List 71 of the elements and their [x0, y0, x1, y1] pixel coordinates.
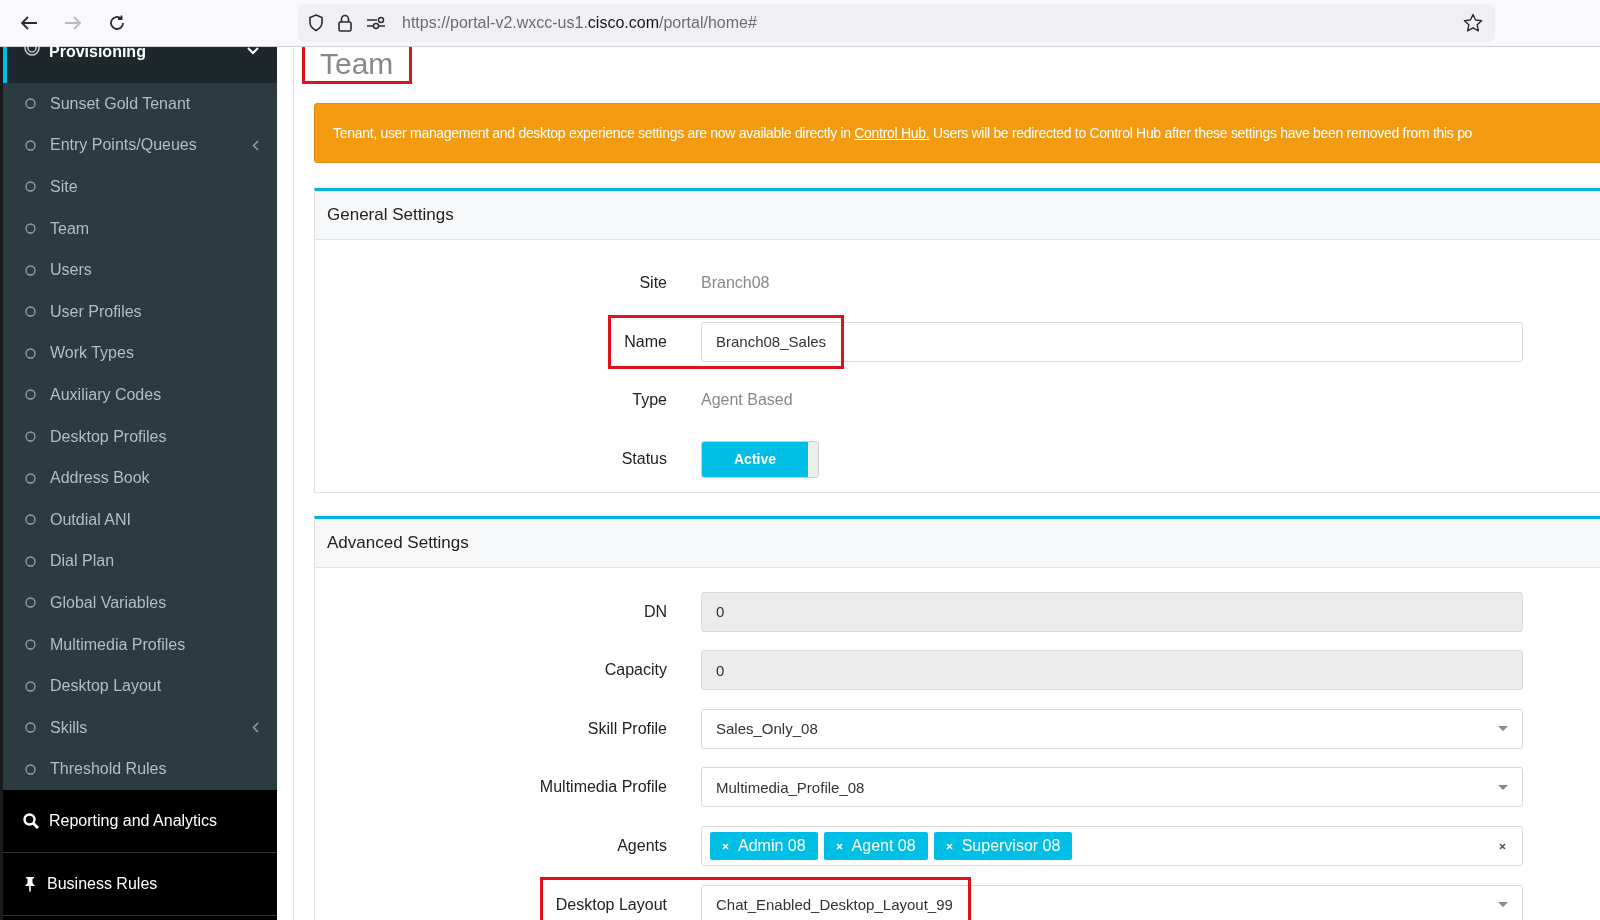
- circle-icon: [25, 347, 36, 359]
- field-label: Name: [624, 332, 667, 351]
- sidebar-item[interactable]: Address Book: [3, 457, 277, 499]
- search-icon: [23, 813, 39, 830]
- caret-icon: [1498, 902, 1508, 908]
- field-label: Agents: [617, 837, 667, 856]
- input-field[interactable]: Branch08_Sales: [701, 321, 1523, 362]
- input-field[interactable]: 0: [701, 650, 1523, 691]
- field-label: Skill Profile: [587, 719, 667, 738]
- sidebar-item[interactable]: Desktop Profiles: [3, 415, 277, 458]
- clear-icon[interactable]: [1499, 842, 1506, 850]
- input-field[interactable]: 0: [701, 591, 1523, 632]
- provisioning-menu-header[interactable]: Provisioning: [3, 47, 277, 83]
- caret-icon: [1498, 784, 1508, 790]
- field-label: Multimedia Profile: [539, 778, 667, 797]
- circle-icon: [25, 763, 36, 775]
- circle-icon: [25, 597, 36, 609]
- sidebar-link[interactable]: Reporting and Analytics: [3, 790, 277, 854]
- shield-icon: [308, 14, 324, 32]
- circle-icon: [25, 139, 36, 151]
- sidebar-item[interactable]: Team: [3, 207, 277, 250]
- sidebar-item[interactable]: Site: [3, 166, 277, 208]
- circle-icon: [25, 389, 36, 401]
- sidebar-item[interactable]: Users: [3, 249, 277, 291]
- pin-icon: [23, 876, 37, 893]
- field-value: Branch08: [701, 274, 771, 293]
- sidebar-item[interactable]: Outdial ANI: [3, 498, 277, 541]
- sidebar-item[interactable]: Auxiliary Codes: [3, 374, 277, 416]
- dropdown[interactable]: Multimedia_Profile_08: [701, 767, 1523, 808]
- sidebar-item[interactable]: Sunset Gold Tenant: [3, 83, 277, 125]
- sidebar-item[interactable]: Skills: [3, 706, 277, 749]
- sidebar-item[interactable]: Entry Points/Queues: [3, 124, 277, 167]
- circle-icon: [25, 680, 36, 692]
- dropdown[interactable]: Chat_Enabled_Desktop_Layout_99: [701, 884, 1523, 920]
- lock-icon: [338, 14, 352, 32]
- circle-icon: [25, 264, 36, 276]
- sidebar-item[interactable]: Work Types: [3, 332, 277, 375]
- page-title: Team: [320, 47, 394, 82]
- circle-icon: [25, 431, 36, 443]
- sidebar-item[interactable]: Multimedia Profiles: [3, 623, 277, 666]
- circle-icon: [25, 639, 36, 650]
- circle-icon: [25, 555, 36, 567]
- sidebar-item[interactable]: Threshold Rules: [3, 748, 277, 791]
- circle-icon: [25, 223, 36, 235]
- field-label: Type: [632, 391, 667, 410]
- sidebar-item[interactable]: Desktop Layout: [3, 665, 277, 707]
- circle-icon: [25, 472, 36, 484]
- circle-icon: [25, 722, 36, 734]
- circle-icon: [25, 98, 36, 110]
- dropdown[interactable]: Sales_Only_08: [701, 708, 1523, 749]
- banner-message: Tenant, user management and desktop experience settings are now available directly in Control Hub. Users will be redirected to Control Hub after these settings have been removed from this po: [333, 125, 1473, 141]
- field-label: Desktop Layout: [555, 895, 667, 914]
- circle-icon: [25, 514, 36, 526]
- field-label: Site: [639, 274, 667, 293]
- field-label: DN: [643, 602, 667, 621]
- field-label: Status: [621, 450, 667, 469]
- sidebar-item[interactable]: Dial Plan: [3, 540, 277, 583]
- url-text[interactable]: https://portal-v2.wxcc-us1.cisco.com/portal/home#: [402, 14, 757, 32]
- address-bar[interactable]: https://portal-v2.wxcc-us1.cisco.com/portal/home#: [298, 4, 1495, 42]
- card-title: Advanced Settings: [327, 533, 469, 554]
- permissions-icon[interactable]: [366, 16, 386, 30]
- star-icon[interactable]: [1463, 13, 1483, 33]
- field-label: Capacity: [604, 661, 667, 680]
- caret-icon: [1498, 726, 1508, 732]
- sidebar-link[interactable]: Business Rules: [3, 853, 277, 917]
- circle-icon: [25, 306, 36, 318]
- sidebar-item[interactable]: Global Variables: [3, 582, 277, 624]
- sidebar-item[interactable]: User Profiles: [3, 290, 277, 333]
- card-title: General Settings: [327, 205, 454, 225]
- field-value: Agent Based: [701, 391, 794, 410]
- circle-icon: [25, 181, 36, 193]
